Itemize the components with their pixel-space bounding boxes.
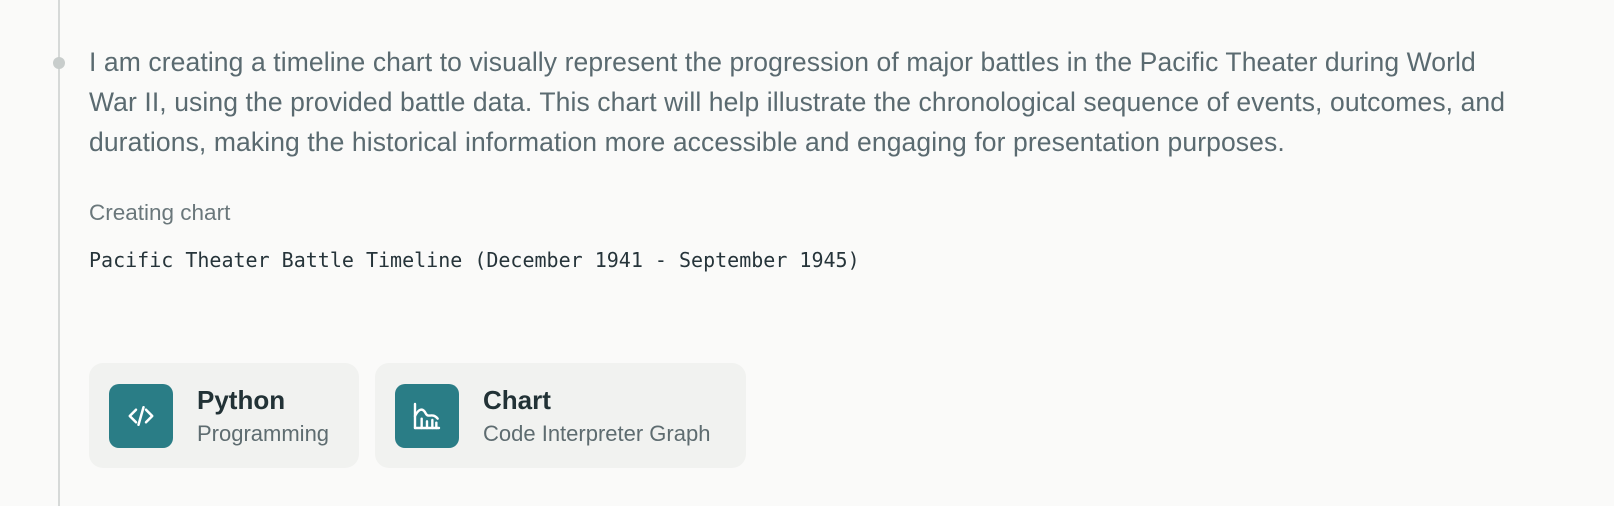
code-icon xyxy=(109,383,173,448)
chart-title: Pacific Theater Battle Timeline (Decembe… xyxy=(89,248,860,272)
step-description: I am creating a timeline chart to visual… xyxy=(89,47,1506,157)
tool-card-python[interactable]: Python Programming xyxy=(89,363,359,468)
tool-subtitle: Programming xyxy=(197,420,330,446)
timeline-line xyxy=(58,0,60,506)
step-status-label: Creating chart xyxy=(89,200,231,225)
tool-text-python: Python Programming xyxy=(197,384,329,448)
tool-list: Python Programming Chart Code Interprete… xyxy=(89,363,746,468)
tool-name: Chart xyxy=(483,384,551,415)
chart-icon xyxy=(395,383,459,448)
tool-name: Python xyxy=(197,384,286,415)
timeline-dot xyxy=(53,57,65,69)
tool-text-chart: Chart Code Interpreter Graph xyxy=(483,384,710,448)
tool-subtitle: Code Interpreter Graph xyxy=(483,420,711,446)
agent-step-panel: I am creating a timeline chart to visual… xyxy=(0,0,1614,506)
tool-card-chart[interactable]: Chart Code Interpreter Graph xyxy=(375,363,746,468)
step-content: I am creating a timeline chart to visual… xyxy=(89,42,1589,274)
